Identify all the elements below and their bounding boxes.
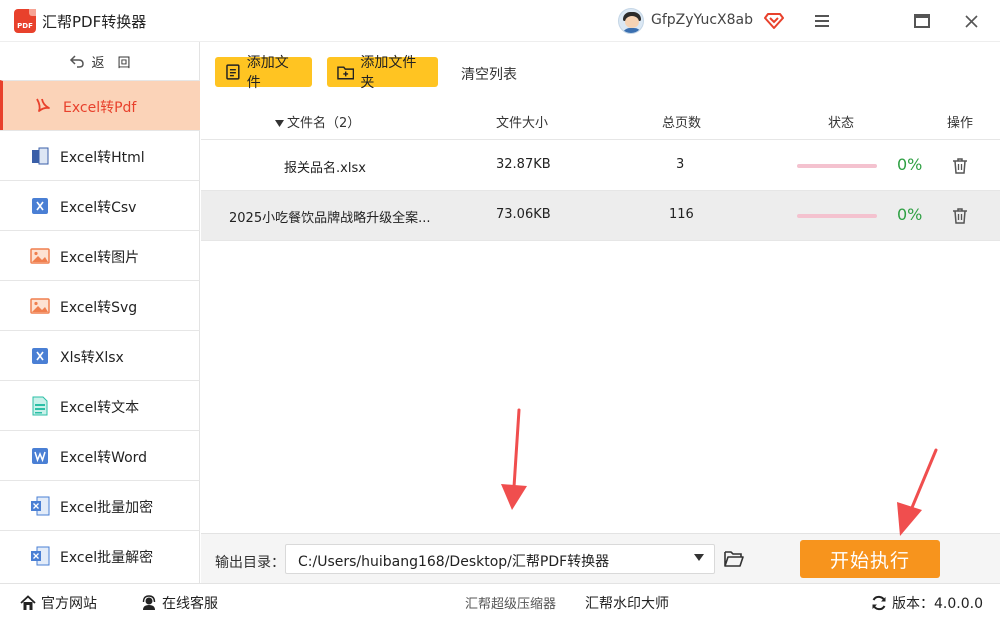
sidebar-item-excel-batch-encrypt[interactable]: Excel批量加密 <box>0 480 200 530</box>
add-file-button[interactable]: 添加文件 <box>215 55 312 91</box>
title-bar: PDF 汇帮PDF转换器 GfpZyYucX8ab <box>0 0 1000 42</box>
page-count: 116 <box>669 207 694 222</box>
open-folder-icon[interactable] <box>724 550 744 568</box>
sidebar-item-excel-to-image[interactable]: Excel转图片 <box>0 230 200 280</box>
arrow-to-output-directory <box>501 408 527 510</box>
official-website-link[interactable]: 官方网站 <box>20 593 97 613</box>
headset-icon <box>142 595 156 610</box>
version-label: 版本：4.0.0.0 <box>892 596 983 612</box>
progress-percent: 0% <box>897 205 923 224</box>
sidebar-item-xls-to-xlsx[interactable]: Xls转Xlsx <box>0 330 200 380</box>
add-folder-icon <box>337 66 355 80</box>
output-bar: 输出目录： C:/Users/huibang168/Desktop/汇帮PDF转… <box>201 533 1000 583</box>
sidebar-item-excel-to-pdf[interactable]: Excel转Pdf <box>0 80 200 130</box>
add-file-icon <box>226 64 240 80</box>
image-icon <box>30 248 50 264</box>
trash-icon[interactable] <box>952 157 968 175</box>
add-folder-button[interactable]: 添加文件夹 <box>327 55 438 91</box>
sidebar-item-label: Excel转Csv <box>60 200 137 216</box>
back-button[interactable]: 返 回 <box>0 42 200 80</box>
refresh-icon <box>872 595 886 611</box>
chevron-down-icon <box>694 554 704 561</box>
trash-icon[interactable] <box>952 207 968 225</box>
version-info[interactable]: 版本：4.0.0.0 <box>871 593 983 613</box>
maximize-icon[interactable] <box>909 8 935 34</box>
sidebar-item-label: Excel转Pdf <box>63 100 137 116</box>
footer: 官方网站 在线客服 汇帮超级压缩器 汇帮水印大师 版本：4.0.0.0 <box>0 583 1000 617</box>
sidebar-item-excel-to-csv[interactable]: Excel转Csv <box>0 180 200 230</box>
watermark-tool-link[interactable]: 汇帮水印大师 <box>585 593 669 613</box>
vip-diamond-icon[interactable] <box>764 10 784 30</box>
column-header-action: 操作 <box>947 116 974 131</box>
sidebar-item-label: Excel转Html <box>60 150 145 166</box>
start-button[interactable]: 开始执行 <box>800 540 940 578</box>
back-label: 返 回 <box>91 55 131 71</box>
sidebar-item-label: Excel批量加密 <box>60 500 154 516</box>
official-website-label: 官方网站 <box>41 596 97 612</box>
add-file-label: 添加文件 <box>246 55 289 91</box>
file-table-header: 文件名（2） 文件大小 总页数 状态 操作 <box>201 100 1000 140</box>
menu-icon[interactable] <box>809 8 835 34</box>
app-logo: PDF <box>14 9 36 33</box>
column-header-name[interactable]: 文件名（2） <box>275 112 360 131</box>
column-header-pages: 总页数 <box>662 116 702 131</box>
arrow-to-start-button <box>897 448 938 536</box>
sidebar-item-label: Xls转Xlsx <box>60 350 124 366</box>
back-arrow-icon <box>70 55 85 68</box>
column-header-size: 文件大小 <box>496 116 549 131</box>
sidebar-item-label: Excel转Word <box>60 450 148 466</box>
column-header-name-label: 文件名（2） <box>287 116 361 131</box>
user-avatar[interactable] <box>618 8 644 34</box>
add-folder-label: 添加文件夹 <box>360 55 417 91</box>
pdf-icon <box>36 98 50 112</box>
progress-bar <box>797 214 877 218</box>
sidebar: 返 回 Excel转Pdf Excel转Html Excel转Csv Excel… <box>0 42 200 583</box>
sidebar-item-excel-to-svg[interactable]: Excel转Svg <box>0 280 200 330</box>
compressor-link[interactable]: 汇帮超级压缩器 <box>465 593 556 612</box>
sidebar-item-label: Excel转文本 <box>60 400 140 416</box>
file-size: 32.87KB <box>496 157 551 172</box>
close-icon[interactable] <box>958 8 984 34</box>
excel-x-icon <box>32 198 48 214</box>
sidebar-item-excel-batch-decrypt[interactable]: Excel批量解密 <box>0 530 200 580</box>
sidebar-item-excel-to-html[interactable]: Excel转Html <box>0 130 200 180</box>
html-icon <box>32 147 49 165</box>
app-logo-text: PDF <box>17 22 33 30</box>
sidebar-item-excel-to-text[interactable]: Excel转文本 <box>0 380 200 430</box>
sort-down-icon <box>275 120 284 127</box>
file-size: 73.06KB <box>496 207 551 222</box>
text-doc-icon <box>32 396 48 416</box>
sidebar-item-label: Excel转Svg <box>60 300 138 316</box>
page-count: 3 <box>676 157 685 172</box>
excel-doc-icon <box>31 546 50 566</box>
output-directory-path: C:/Users/huibang168/Desktop/汇帮PDF转换器 <box>298 554 610 570</box>
image-icon <box>30 298 50 314</box>
word-icon <box>32 448 48 464</box>
home-icon <box>20 595 36 610</box>
column-header-status: 状态 <box>828 116 855 131</box>
file-name: 报关品名.xlsx <box>284 161 366 176</box>
toolbar: 添加文件 添加文件夹 清空列表 <box>201 42 1000 100</box>
file-name: 2025小吃餐饮品牌战略升级全案... <box>229 211 431 226</box>
sidebar-item-excel-to-word[interactable]: Excel转Word <box>0 430 200 480</box>
online-support-label: 在线客服 <box>162 596 218 612</box>
sidebar-item-label: Excel转图片 <box>60 250 140 266</box>
clear-list-button[interactable]: 清空列表 <box>461 64 517 84</box>
output-directory-label: 输出目录： <box>215 555 285 571</box>
sidebar-item-label: Excel批量解密 <box>60 550 154 566</box>
output-directory-select[interactable]: C:/Users/huibang168/Desktop/汇帮PDF转换器 <box>285 544 715 574</box>
excel-x-icon <box>32 348 48 364</box>
progress-percent: 0% <box>897 155 923 174</box>
excel-doc-icon <box>31 496 50 516</box>
table-row[interactable]: 2025小吃餐饮品牌战略升级全案... 73.06KB 116 0% <box>201 191 1000 241</box>
user-name[interactable]: GfpZyYucX8ab <box>651 12 753 28</box>
table-row[interactable]: 报关品名.xlsx 32.87KB 3 0% <box>201 141 1000 191</box>
app-title: 汇帮PDF转换器 <box>42 13 147 31</box>
progress-bar <box>797 164 877 168</box>
online-support-link[interactable]: 在线客服 <box>141 593 218 613</box>
